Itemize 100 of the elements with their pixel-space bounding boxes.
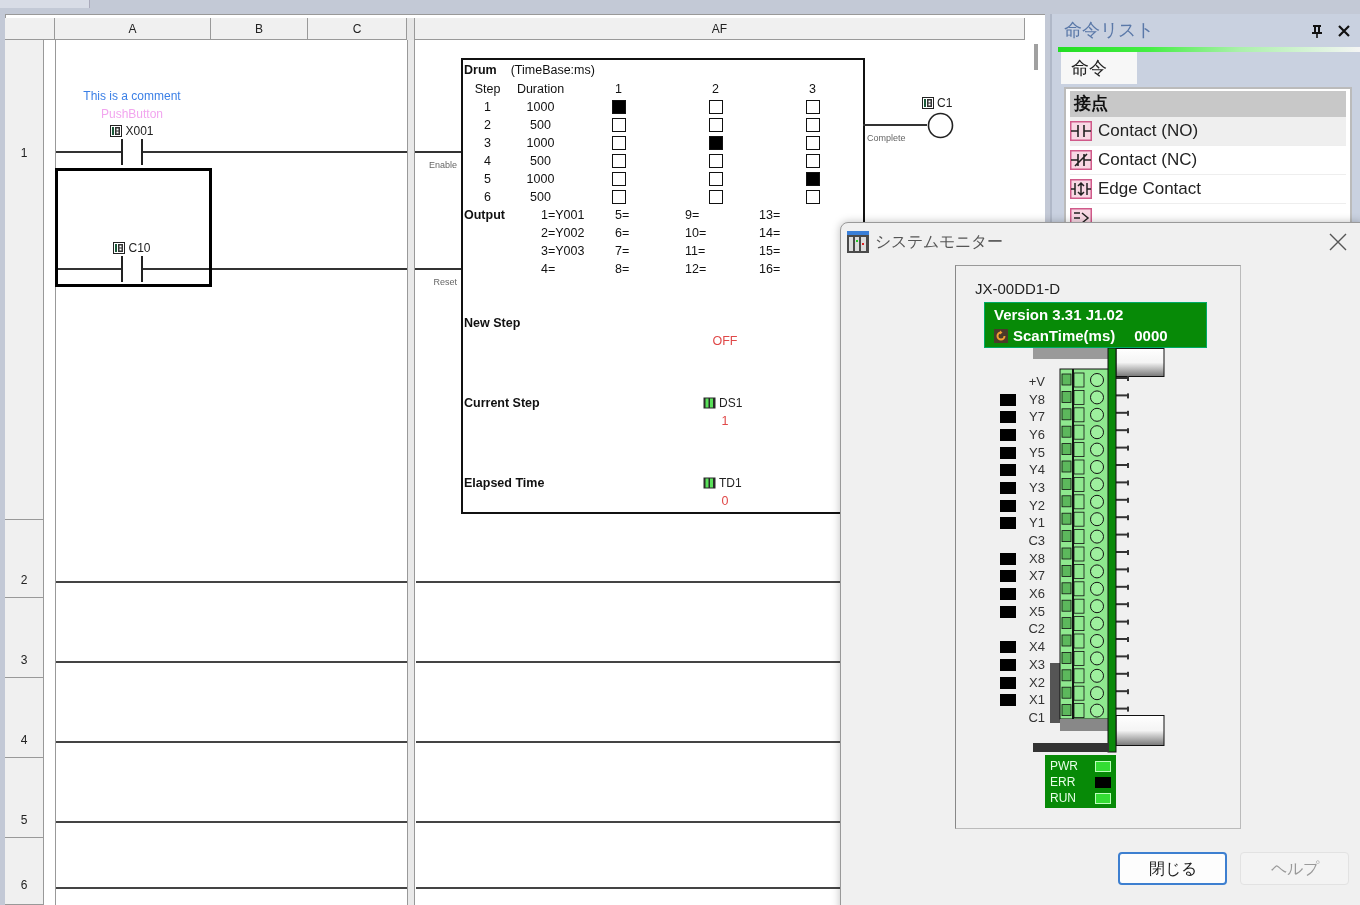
duration-value: 1000 [526, 134, 555, 152]
output-assignment: 9= [685, 206, 701, 224]
bit-icon [113, 242, 126, 254]
panel-title: 命令リスト [1064, 19, 1155, 42]
instruction-item[interactable]: Edge Contact [1070, 175, 1346, 204]
close-icon [1329, 233, 1347, 251]
step-number: 1 [484, 98, 491, 116]
contact-open-icon [1070, 121, 1092, 141]
duration-value: 500 [530, 188, 551, 206]
terminal-label: Y6 [1028, 427, 1045, 442]
instruction-item[interactable]: Contact (NO) [1070, 117, 1346, 146]
output-assignment: 16= [759, 260, 782, 278]
row-header: 6 [5, 838, 43, 905]
close-icon [1338, 24, 1350, 37]
output-assignment: 10= [685, 224, 708, 242]
output-assignment: 8= [615, 260, 631, 278]
dialog-button[interactable]: 閉じる [1118, 852, 1227, 885]
field-label: New Step [464, 314, 522, 332]
rung-wire [56, 151, 122, 153]
app-icon [847, 231, 869, 253]
field-value: OFF [711, 332, 739, 350]
column-header: C [308, 18, 407, 40]
column-header: 3 [809, 80, 816, 98]
panel-tab[interactable]: 命令 [1061, 52, 1137, 84]
terminal-label: X5 [1028, 604, 1045, 619]
scrollbar-thumb[interactable] [1034, 44, 1038, 70]
timebase-label: (TimeBase:ms) [510, 61, 595, 79]
output-assignment: 12= [685, 260, 708, 278]
output-label: Complete [867, 132, 906, 145]
field-label: Elapsed Time [464, 474, 546, 492]
refresh-icon [994, 328, 1008, 343]
duration-value: 1000 [526, 170, 555, 188]
dialog-title: システムモニター [875, 232, 1004, 252]
terminal-label: X3 [1028, 657, 1045, 672]
terminal-label: X2 [1028, 675, 1045, 690]
output-assignment: 11= [685, 242, 707, 260]
item-label: Contact (NO) [1098, 120, 1199, 143]
scan-label: ScanTime(ms) [1013, 326, 1116, 346]
address-label: DS1 [719, 395, 743, 411]
group-header: 接点 [1070, 91, 1346, 117]
model-name: JX-00DD1-D [975, 279, 1061, 299]
terminal-label: Y2 [1028, 498, 1045, 513]
address-label: C10 [128, 240, 151, 256]
input-label: Reset [432, 276, 457, 289]
output-assignment: 7= [615, 242, 631, 260]
terminal-label: Y3 [1028, 480, 1045, 495]
column-header: A [55, 18, 211, 40]
terminal-label: X7 [1028, 569, 1045, 584]
output-assignment: 3=Y003 [541, 242, 586, 260]
terminal-label: Y1 [1028, 516, 1045, 531]
terminal-label: C3 [1027, 534, 1045, 549]
comment-text: This is a comment [83, 88, 181, 105]
instruction-item[interactable]: Contact (NC) [1070, 146, 1346, 175]
column-header: 2 [712, 80, 719, 98]
led-label: ERR [1050, 775, 1076, 789]
duration-value: 500 [530, 116, 551, 134]
terminal-label: +V [1027, 374, 1045, 389]
document-tab[interactable] [0, 0, 90, 8]
output-assignment: 6= [615, 224, 631, 242]
contact-symbol [118, 256, 146, 282]
rung-wire [415, 151, 461, 153]
field-label: Current Step [464, 394, 541, 412]
terminal-label: Y5 [1028, 445, 1045, 460]
scan-value: 0000 [1134, 326, 1168, 346]
output-assignment: 5= [615, 206, 631, 224]
input-label: Enable [427, 159, 457, 172]
rung-wire [415, 268, 461, 270]
terminal-label: X8 [1028, 551, 1045, 566]
step-number: 4 [484, 152, 491, 170]
row-header: 3 [5, 598, 43, 678]
terminal-label: C2 [1027, 622, 1045, 637]
bit-icon [110, 125, 123, 137]
output-assignment: 2=Y002 [541, 224, 586, 242]
output-label: Output [464, 206, 506, 224]
step-number: 6 [484, 188, 491, 206]
row-header: 4 [5, 678, 43, 758]
address-label: C1 [937, 95, 953, 111]
column-header: 1 [615, 80, 622, 98]
terminal-label: Y4 [1028, 463, 1045, 478]
register-icon [703, 477, 716, 489]
terminal-label: X4 [1028, 640, 1045, 655]
rung-wire [863, 124, 927, 126]
coil-symbol [927, 112, 954, 139]
address-label: TD1 [719, 475, 742, 491]
led-label: PWR [1050, 759, 1078, 773]
item-label: Edge Contact [1098, 178, 1201, 201]
output-assignment: 14= [759, 224, 782, 242]
rung-wire [56, 268, 122, 270]
step-number: 2 [484, 116, 491, 134]
terminal-label: Y7 [1028, 410, 1045, 425]
step-number: 5 [484, 170, 491, 188]
column-header: Duration [516, 80, 565, 98]
terminal-label: X6 [1028, 587, 1045, 602]
output-assignment: 1=Y001 [541, 206, 586, 224]
register-icon [703, 397, 716, 409]
contact-closed-icon [1070, 150, 1092, 170]
column-header: Step [474, 80, 501, 98]
output-assignment: 4= [541, 260, 557, 278]
terminal-label: X1 [1028, 693, 1045, 708]
row-header: 2 [5, 520, 43, 598]
